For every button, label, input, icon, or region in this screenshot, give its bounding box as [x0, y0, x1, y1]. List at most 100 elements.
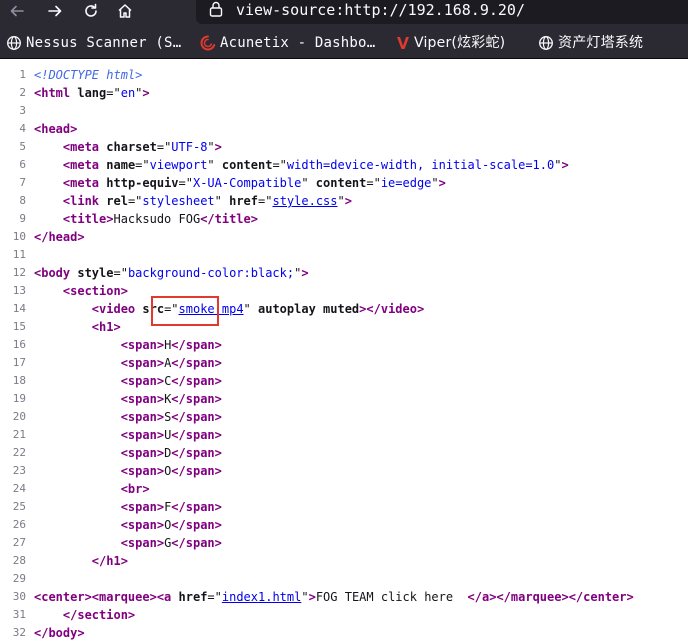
html-attribute: src	[142, 302, 165, 316]
text-node	[34, 158, 63, 172]
html-attribute: content	[221, 158, 273, 172]
back-button[interactable]	[4, 0, 30, 22]
globe-icon	[539, 36, 553, 50]
line-number: 6	[19, 158, 26, 171]
source-line: 3	[0, 102, 688, 120]
html-tag: </span>	[171, 392, 222, 406]
source-link[interactable]: smoke.mp4	[179, 302, 244, 316]
text-node: "	[301, 176, 316, 190]
acunetix-icon	[200, 35, 216, 51]
reload-button[interactable]	[78, 0, 104, 22]
html-tag: <span>	[120, 392, 165, 406]
source-line: 1 <!DOCTYPE html>	[0, 66, 688, 84]
html-tag: <html	[34, 86, 78, 100]
html-attribute: autoplay muted	[258, 302, 360, 316]
html-tag: <a	[156, 590, 179, 604]
line-number: 28	[12, 554, 26, 567]
source-line: 21 <span>U</span>	[0, 426, 688, 444]
bookmark-acunetix[interactable]: Acunetix - Dashbo…	[200, 32, 375, 54]
line-number: 8	[19, 194, 26, 207]
line-code: <span>D</span>	[34, 444, 222, 462]
html-attribute: charset	[106, 140, 157, 154]
source-line: 8 <link rel="stylesheet" href="style.css…	[0, 192, 688, 210]
home-button[interactable]	[112, 0, 138, 22]
bookmark-viper[interactable]: Viper(炫彩蛇)	[396, 32, 505, 54]
site-info-icon[interactable]	[208, 0, 224, 20]
html-tag: <meta	[62, 140, 107, 154]
attribute-value: viewport	[149, 158, 208, 172]
line-code: <body style="background-color:black;">	[34, 264, 309, 282]
text-node	[34, 140, 63, 154]
text-node	[34, 608, 63, 622]
line-code: <br>	[34, 480, 150, 498]
html-tag: <title>	[62, 212, 114, 226]
line-number: 18	[12, 374, 26, 387]
text-node	[34, 356, 121, 370]
doctype: <!DOCTYPE html>	[34, 68, 143, 82]
html-tag: </span>	[171, 428, 222, 442]
viper-icon	[397, 37, 409, 49]
html-tag: </span>	[171, 464, 222, 478]
html-tag: </head>	[34, 230, 85, 244]
line-code: <video src="smoke.mp4" autoplay muted></…	[34, 300, 424, 318]
html-tag: <br>	[120, 482, 150, 496]
text-node	[34, 392, 121, 406]
html-tag: >	[344, 194, 352, 208]
line-number: 23	[12, 464, 26, 477]
url-text[interactable]: view-source:http://192.168.9.20/	[236, 0, 525, 20]
text-node	[34, 302, 92, 316]
line-code: <span>U</span>	[34, 426, 222, 444]
source-line: 17 <span>A</span>	[0, 354, 688, 372]
line-number: 25	[12, 500, 26, 513]
line-number: 26	[12, 518, 26, 531]
text-node: "	[337, 194, 345, 208]
html-tag: </span>	[171, 536, 222, 550]
text-node: FOG TEAM click here	[315, 590, 468, 604]
html-tag: <span>	[120, 518, 165, 532]
line-number: 24	[12, 482, 26, 495]
line-code: <span>K</span>	[34, 390, 222, 408]
bookmark-label: Nessus Scanner (S…	[26, 35, 182, 51]
source-link[interactable]: style.css	[272, 194, 337, 208]
line-code: <span>A</span>	[34, 354, 222, 372]
bookmark-nessus[interactable]: Nessus Scanner (S…	[6, 32, 181, 54]
html-tag: <head>	[34, 122, 78, 136]
html-tag: <span>	[120, 356, 165, 370]
text-node	[34, 536, 121, 550]
forward-button[interactable]	[42, 0, 68, 22]
text-node: ="	[178, 176, 193, 190]
line-code: <span>F</span>	[34, 498, 222, 516]
line-number: 22	[12, 446, 26, 459]
bookmark-label: Acunetix - Dashbo…	[220, 35, 376, 51]
line-number: 16	[12, 338, 26, 351]
text-node	[34, 482, 121, 496]
source-line: 16 <span>H</span>	[0, 336, 688, 354]
html-tag: >	[142, 86, 150, 100]
html-tag: </span>	[171, 518, 222, 532]
text-node	[34, 374, 121, 388]
line-number: 21	[12, 428, 26, 441]
line-code: </head>	[34, 228, 85, 246]
line-number: 29	[12, 572, 26, 585]
html-tag: <meta	[62, 176, 107, 190]
attribute-value: stylesheet	[142, 194, 215, 208]
globe-icon	[7, 36, 21, 50]
source-line: 15 <h1>	[0, 318, 688, 336]
home-icon	[118, 4, 132, 18]
line-code: <section>	[34, 282, 128, 300]
text-node	[34, 500, 121, 514]
text-node: ="	[135, 158, 150, 172]
text-node: ="	[127, 194, 143, 208]
html-tag: <span>	[120, 464, 165, 478]
html-attribute: lang	[77, 86, 107, 100]
line-number: 13	[12, 284, 26, 297]
source-link[interactable]: index1.html	[222, 590, 301, 604]
line-number: 2	[19, 86, 26, 99]
source-line: 23 <span>O</span>	[0, 462, 688, 480]
text-node: ="	[113, 266, 128, 280]
text-node	[34, 176, 63, 190]
line-number: 3	[19, 104, 26, 117]
bookmark-asset-lighthouse[interactable]: 资产灯塔系统	[538, 32, 643, 54]
line-code: <meta charset="UTF-8">	[34, 138, 222, 156]
html-tag: <center>	[34, 590, 92, 604]
